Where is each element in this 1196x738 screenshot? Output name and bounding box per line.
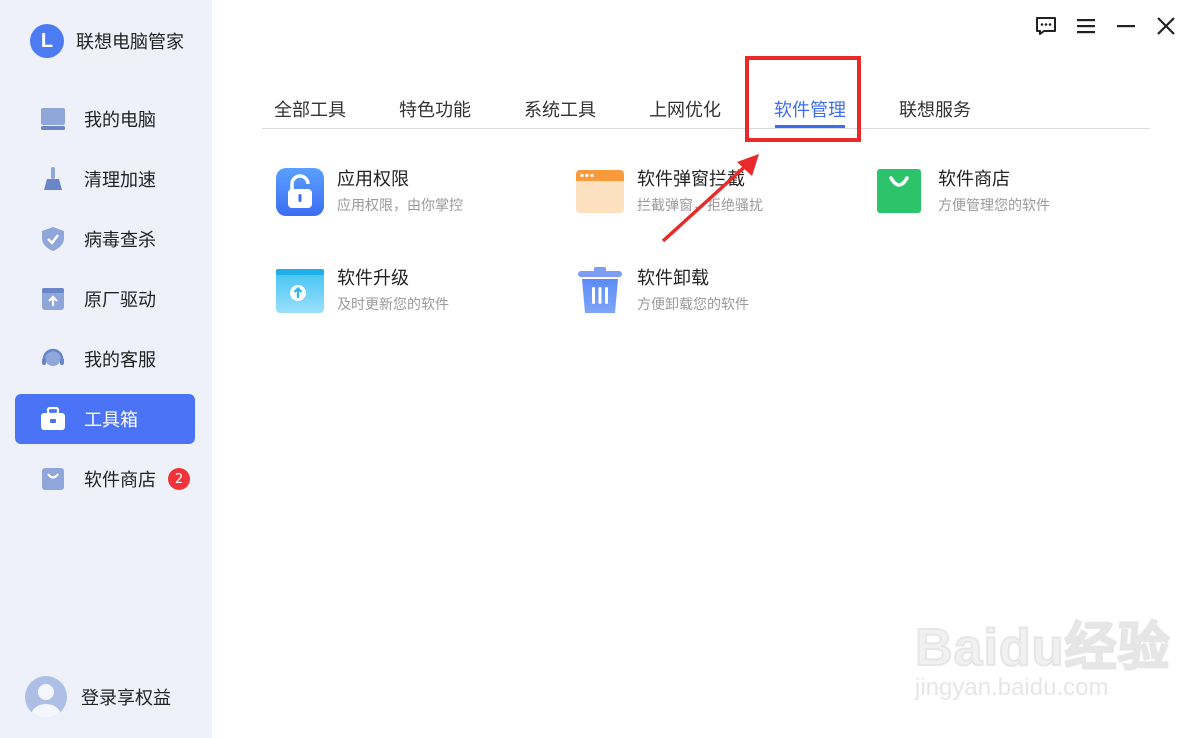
app-name: 联想电脑管家	[76, 32, 184, 53]
trash-icon	[576, 267, 624, 315]
toolbox-icon	[40, 406, 66, 432]
tool-desc: 应用权限，由你掌控	[337, 198, 463, 214]
sidebar-item-drivers[interactable]: 原厂驱动	[15, 274, 195, 324]
sidebar-item-label: 软件商店	[84, 470, 156, 491]
sidebar-item-my-computer[interactable]: 我的电脑	[15, 94, 195, 144]
popup-window-icon	[576, 168, 624, 216]
minimize-icon[interactable]	[1112, 12, 1140, 40]
sidebar: L 联想电脑管家 我的电脑 清理加速 病毒查杀 原厂驱动 我的客服 工具箱 软件…	[0, 0, 212, 738]
upgrade-icon	[276, 267, 324, 315]
tool-title: 软件卸载	[637, 268, 709, 289]
shield-icon	[40, 226, 66, 252]
lock-icon	[276, 168, 324, 216]
tool-desc: 及时更新您的软件	[337, 297, 449, 313]
tab-network[interactable]: 上网优化	[649, 96, 721, 122]
sidebar-item-label: 清理加速	[84, 170, 156, 191]
sidebar-item-support[interactable]: 我的客服	[15, 334, 195, 384]
sidebar-item-antivirus[interactable]: 病毒查杀	[15, 214, 195, 264]
tab-bar: 全部工具 特色功能 系统工具 上网优化 软件管理 联想服务	[262, 88, 1150, 129]
app-logo-icon: L	[30, 24, 64, 58]
sidebar-item-toolbox[interactable]: 工具箱	[15, 394, 195, 444]
baidu-watermark: Baidu经验 jingyan.baidu.com	[914, 605, 1171, 702]
close-icon[interactable]	[1152, 12, 1180, 40]
laptop-icon	[40, 106, 66, 132]
broom-icon	[40, 166, 66, 192]
sidebar-item-cleanup[interactable]: 清理加速	[15, 154, 195, 204]
feedback-icon[interactable]	[1032, 12, 1060, 40]
login-label: 登录享权益	[81, 688, 171, 709]
tool-software-uninstall[interactable]: 软件卸载 方便卸载您的软件	[576, 267, 749, 315]
avatar	[25, 676, 67, 718]
annotation-arrow-icon	[661, 154, 759, 243]
login-button[interactable]: 登录享权益	[25, 676, 171, 718]
tool-desc: 方便卸载您的软件	[637, 297, 749, 313]
tab-features[interactable]: 特色功能	[399, 96, 471, 122]
shopping-bag-icon	[877, 168, 925, 216]
tool-app-permissions[interactable]: 应用权限 应用权限，由你掌控	[276, 168, 463, 216]
sidebar-item-label: 我的电脑	[84, 110, 156, 131]
tool-title: 软件升级	[337, 268, 409, 289]
tab-lenovo-services[interactable]: 联想服务	[899, 96, 971, 122]
tool-title: 软件商店	[938, 169, 1010, 190]
tab-system-tools[interactable]: 系统工具	[524, 96, 596, 122]
brand: L 联想电脑管家	[30, 24, 184, 58]
sidebar-item-store[interactable]: 软件商店 2	[15, 454, 195, 504]
menu-icon[interactable]	[1072, 12, 1100, 40]
highlight-annotation-box	[745, 56, 861, 142]
sidebar-item-label: 我的客服	[84, 350, 156, 371]
store-bag-icon	[40, 466, 66, 492]
watermark-logo: Baidu经验	[914, 618, 1171, 678]
sidebar-item-label: 原厂驱动	[84, 290, 156, 311]
tool-software-upgrade[interactable]: 软件升级 及时更新您的软件	[276, 267, 449, 315]
sidebar-item-label: 工具箱	[84, 410, 138, 431]
tool-desc: 方便管理您的软件	[938, 198, 1050, 214]
sidebar-item-label: 病毒查杀	[84, 230, 156, 251]
notification-badge: 2	[168, 468, 190, 490]
driver-upload-icon	[40, 286, 66, 312]
tab-all-tools[interactable]: 全部工具	[274, 96, 346, 122]
headset-icon	[40, 346, 66, 372]
tool-title: 应用权限	[337, 169, 409, 190]
tool-software-store[interactable]: 软件商店 方便管理您的软件	[877, 168, 1050, 216]
